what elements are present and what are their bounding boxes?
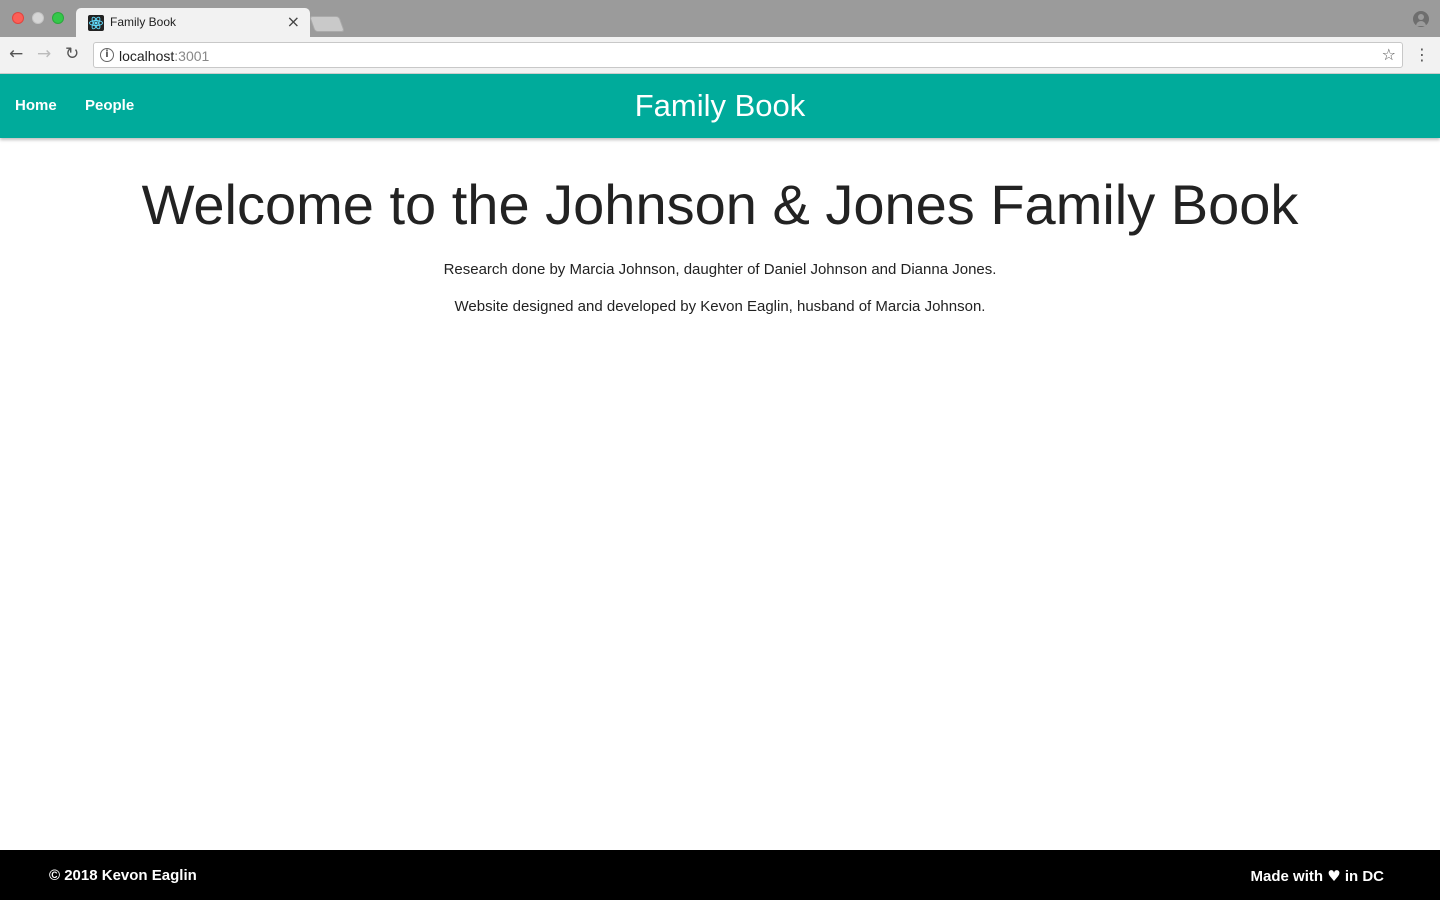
minimize-window-button[interactable] [32, 12, 44, 24]
tab-title: Family Book [110, 15, 177, 29]
research-credit-text: Research done by Marcia Johnson, daughte… [443, 261, 997, 278]
bookmark-star-icon[interactable]: ☆ [1382, 45, 1396, 64]
address-bar[interactable]: i localhost:3001 ☆ [93, 42, 1403, 68]
page-footer: © 2018 Kevon Eaglin Made with ♥ in DC [0, 850, 1440, 900]
browser-menu-icon[interactable]: ⋮ [1414, 45, 1430, 64]
browser-tab-active[interactable]: Family Book × [76, 8, 310, 37]
made-with-suffix: in DC [1344, 868, 1384, 885]
react-favicon-icon [88, 15, 104, 31]
url-host: localhost [119, 48, 175, 64]
url-port: :3001 [174, 48, 210, 64]
page-title: Welcome to the Johnson & Jones Family Bo… [141, 173, 1299, 236]
new-tab-button[interactable] [309, 16, 345, 32]
reload-icon[interactable]: ↻ [65, 44, 79, 64]
site-info-icon[interactable]: i [100, 48, 114, 62]
browser-titlebar: Family Book × [0, 0, 1440, 37]
url-text[interactable]: localhost:3001 [119, 48, 209, 64]
heart-icon: ♥ [1327, 867, 1341, 885]
maximize-window-button[interactable] [52, 12, 64, 24]
app-navbar: Home People Family Book [0, 74, 1440, 138]
made-with-prefix: Made with [1250, 868, 1324, 885]
back-arrow-icon[interactable]: ← [9, 44, 23, 64]
forward-arrow-icon[interactable]: → [37, 44, 51, 64]
close-window-button[interactable] [12, 12, 24, 24]
made-with-text: Made with ♥ in DC [1251, 867, 1384, 885]
brand-title: Family Book [634, 88, 806, 123]
copyright-text: © 2018 Kevon Eaglin [49, 867, 197, 884]
developer-credit-text: Website designed and developed by Kevon … [454, 298, 986, 315]
main-content: Welcome to the Johnson & Jones Family Bo… [0, 138, 1440, 315]
profile-icon[interactable] [1413, 11, 1429, 27]
tab-close-icon[interactable]: × [287, 12, 300, 31]
browser-toolbar: ← → ↻ i localhost:3001 ☆ ⋮ [0, 37, 1440, 74]
